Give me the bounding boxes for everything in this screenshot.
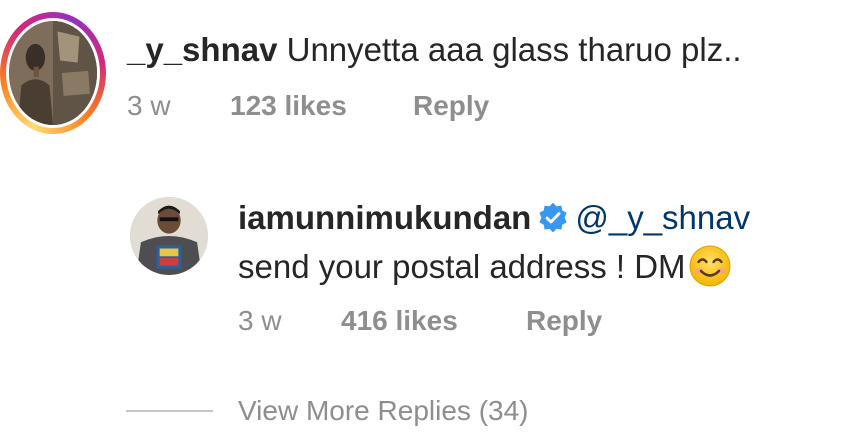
reply-timestamp: 3 w: [238, 305, 282, 336]
reply-text: send your postal address ! DM: [238, 248, 686, 285]
avatar[interactable]: [9, 21, 97, 125]
reply-header: iamunnimukundan @_y_shnav: [238, 198, 750, 238]
smiling-face-icon: [688, 244, 732, 288]
comment-username[interactable]: _y_shnav: [127, 31, 277, 68]
reply-button[interactable]: Reply: [413, 89, 489, 123]
reply-avatar[interactable]: [130, 197, 208, 275]
mention-link[interactable]: @_y_shnav: [575, 199, 750, 236]
story-ring[interactable]: [0, 12, 106, 134]
reply-avatar-photo: [130, 197, 208, 275]
comment-timestamp: 3 w: [127, 90, 171, 121]
view-more-divider: [126, 410, 213, 412]
reply-meta: 3 w 416 likes Reply: [238, 304, 602, 338]
reply-text-line: send your postal address ! DM: [238, 244, 732, 288]
comment-likes[interactable]: 123 likes: [230, 89, 413, 123]
comment-body: _y_shnav Unnyetta aaa glass tharuo plz..: [127, 30, 742, 70]
verified-badge-icon: [537, 202, 569, 234]
reply-likes[interactable]: 416 likes: [341, 304, 526, 338]
view-more-replies-button[interactable]: View More Replies (34): [238, 394, 529, 428]
reply-username[interactable]: iamunnimukundan: [238, 199, 531, 236]
reply-button[interactable]: Reply: [526, 304, 602, 338]
avatar-photo: [9, 21, 97, 125]
comment-meta: 3 w 123 likes Reply: [127, 89, 489, 123]
comment-text: Unnyetta aaa glass tharuo plz..: [286, 31, 742, 68]
